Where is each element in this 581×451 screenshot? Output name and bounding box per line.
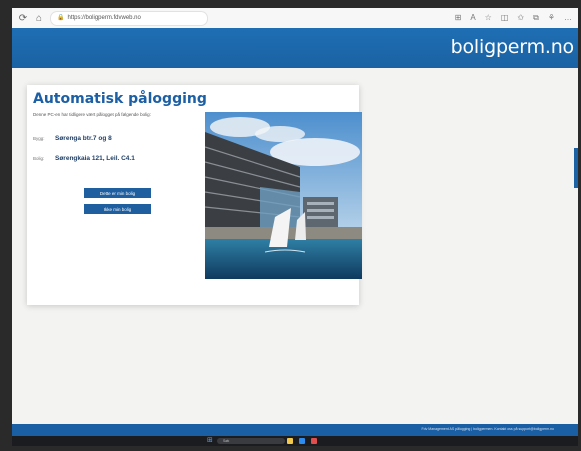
brand-logo[interactable]: boligperm.no <box>451 36 575 58</box>
page-title: Automatisk pålogging <box>33 91 207 107</box>
side-tab <box>574 148 578 188</box>
browser-window: ⟳ ⌂ 🔒 https://boligperm.fdvweb.no ⊞ A ☆ … <box>12 8 578 446</box>
more-icon[interactable]: … <box>564 13 572 23</box>
toolbar-icons: ⊞ A ☆ ◫ ✩ ⧉ ⚘ … <box>455 13 572 23</box>
taskbar-search[interactable]: Søk <box>217 438 285 444</box>
address-url: https://boligperm.fdvweb.no <box>67 14 141 21</box>
building-row: Bygg: Sørenga btr.7 og 8 <box>33 135 112 142</box>
confirm-home-button[interactable]: Dette er min bolig <box>84 188 151 198</box>
footer-text: Fdv Management AS pålogging | boligperme… <box>421 427 555 431</box>
favorite-icon[interactable]: ☆ <box>485 13 492 23</box>
unit-value: Sørengkaia 121, Leil. C4.1 <box>55 155 135 162</box>
unit-row: Bolig: Sørengkaia 121, Leil. C4.1 <box>33 155 135 162</box>
home-icon[interactable]: ⌂ <box>34 13 44 24</box>
collections-icon[interactable]: ⧉ <box>533 13 539 23</box>
lock-icon: 🔒 <box>57 14 65 21</box>
not-my-home-button[interactable]: Ikke min bolig <box>84 204 151 214</box>
file-explorer-icon[interactable] <box>287 438 293 444</box>
os-taskbar: ⊞ Søk <box>12 436 578 446</box>
read-aloud-icon[interactable]: A <box>470 13 475 23</box>
favorites-bar-icon[interactable]: ✩ <box>517 13 524 23</box>
building-label: Bygg: <box>33 136 45 141</box>
windows-start-icon[interactable]: ⊞ <box>207 437 213 445</box>
profile-icon[interactable]: ⚘ <box>548 13 555 23</box>
reload-icon[interactable]: ⟳ <box>18 13 28 24</box>
apps-icon[interactable]: ⊞ <box>455 13 462 23</box>
split-icon[interactable]: ◫ <box>501 13 509 23</box>
unit-label: Bolig: <box>33 156 45 161</box>
auto-login-card: Automatisk pålogging Denne PC-en har tid… <box>27 85 362 305</box>
building-value: Sørenga btr.7 og 8 <box>55 135 112 142</box>
address-bar[interactable]: 🔒 https://boligperm.fdvweb.no <box>50 10 208 26</box>
login-subtitle: Denne PC-en har tidligere vært pålogget … <box>33 112 151 117</box>
browser-toolbar: ⟳ ⌂ 🔒 https://boligperm.fdvweb.no ⊞ A ☆ … <box>12 8 578 29</box>
edge-icon[interactable] <box>299 438 305 444</box>
building-illustration <box>205 112 362 279</box>
site-footer: Fdv Management AS pålogging | boligperme… <box>12 424 578 436</box>
app-icon[interactable] <box>311 438 317 444</box>
site-header: boligperm.no <box>12 28 578 68</box>
